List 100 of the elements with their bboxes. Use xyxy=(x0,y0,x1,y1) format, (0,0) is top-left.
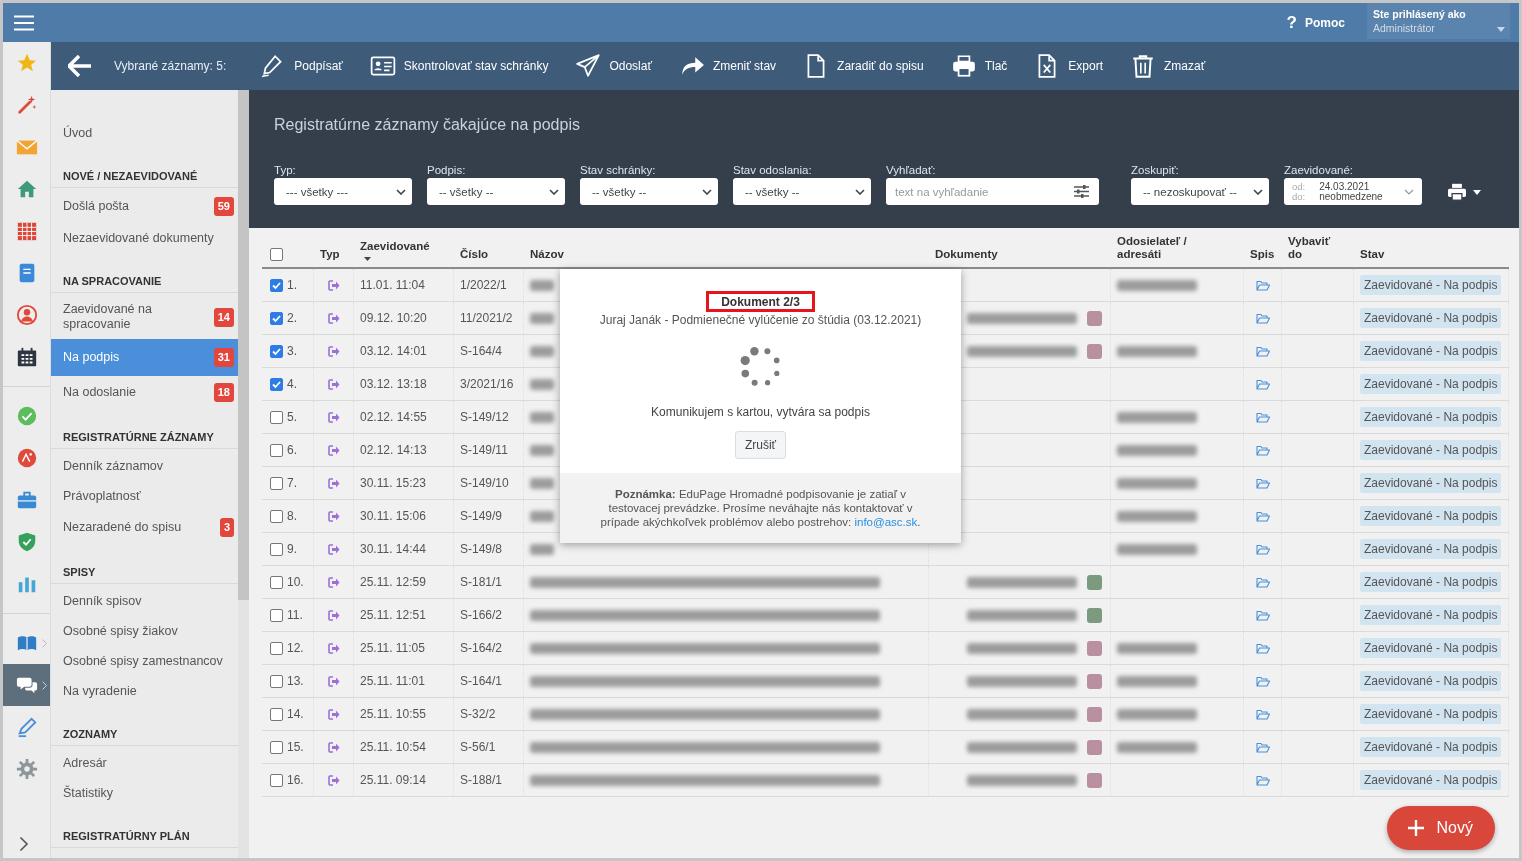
folder-icon[interactable] xyxy=(1255,477,1270,489)
dropdown[interactable]: -- nezoskupovať -- xyxy=(1131,178,1269,205)
column-header[interactable]: Stav xyxy=(1360,248,1385,261)
row-checkbox[interactable] xyxy=(270,674,283,688)
menu-item[interactable]: Štatistiky xyxy=(51,778,238,808)
change-status-button[interactable]: Zmeniť stav xyxy=(678,53,777,79)
table-cell: S-149/11 xyxy=(454,434,524,466)
menu-item[interactable]: Na odoslanie 18 xyxy=(51,376,238,409)
column-header[interactable]: Dokumenty xyxy=(935,248,998,261)
folder-icon[interactable] xyxy=(1255,642,1270,654)
row-checkbox[interactable] xyxy=(270,476,283,490)
folder-icon[interactable] xyxy=(1255,741,1270,753)
folder-icon[interactable] xyxy=(1255,576,1270,588)
check-status-button[interactable]: Skontrolovať stav schránky xyxy=(369,53,549,79)
back-arrow-icon[interactable] xyxy=(68,55,92,77)
send-button[interactable]: Odoslať xyxy=(575,53,652,79)
row-checkbox[interactable] xyxy=(270,410,283,424)
table-cell: S-149/12 xyxy=(454,401,524,433)
print-menu-button[interactable] xyxy=(1447,183,1481,201)
sort-caret-icon[interactable] xyxy=(364,257,371,261)
folder-icon[interactable] xyxy=(1255,345,1270,357)
menu-item[interactable]: Osobné spisy žiakov xyxy=(51,616,238,646)
folder-icon[interactable] xyxy=(1255,510,1270,522)
row-checkbox[interactable] xyxy=(270,608,283,622)
redacted-text xyxy=(530,345,554,357)
row-checkbox[interactable] xyxy=(270,740,283,754)
dropdown[interactable]: -- všetky -- xyxy=(733,178,871,205)
folder-icon[interactable] xyxy=(1255,378,1270,390)
folder-icon[interactable] xyxy=(1255,411,1270,423)
menu-item[interactable]: Denník spisov xyxy=(51,586,238,616)
table-cell: 02.12. 14:13 xyxy=(354,434,454,466)
sliders-icon[interactable] xyxy=(1074,185,1089,198)
date-range-field[interactable]: od: 24.03.2021 do: neobmedzene xyxy=(1284,178,1422,205)
dropdown[interactable]: -- všetky -- xyxy=(580,178,718,205)
folder-icon[interactable] xyxy=(1255,708,1270,720)
column-header[interactable]: Číslo xyxy=(460,248,489,261)
folder-icon[interactable] xyxy=(1255,774,1270,786)
id-card-icon xyxy=(369,53,396,79)
page-subtitle: Registratúrne záznamy čakajúce na podpis xyxy=(274,116,581,134)
row-checkbox[interactable] xyxy=(270,641,283,655)
menu-item[interactable]: Denník záznamov xyxy=(51,451,238,481)
print-button[interactable]: Tlač xyxy=(950,53,1008,79)
note-text: Poznámka: EduPage Hromadné podpisovanie je zatiaľ v testovacej prevádzke. Prosíme neváhajte nás kontaktovať v prípade akýchkoľvek problémov alebo postrehov: info@asc.sk. xyxy=(560,473,961,543)
row-checkbox[interactable] xyxy=(270,773,283,787)
row-checkbox[interactable] xyxy=(270,344,283,358)
delete-button[interactable]: Zmazať xyxy=(1130,53,1206,79)
folder-icon[interactable] xyxy=(1255,444,1270,456)
chevron-icon[interactable] xyxy=(19,836,29,852)
folder-icon[interactable] xyxy=(1255,543,1270,555)
column-header[interactable]: Zaevidované xyxy=(360,240,430,253)
menu-item[interactable]: Úvod xyxy=(51,118,238,148)
folder-icon[interactable] xyxy=(1255,312,1270,324)
new-button[interactable]: Nový xyxy=(1386,806,1495,850)
menu-item[interactable]: Zaevidované na spracovanie 14 xyxy=(51,295,238,339)
user-menu[interactable]: Ste prihlásený ako Administrátor xyxy=(1367,3,1510,39)
folder-icon[interactable] xyxy=(1255,675,1270,687)
user-name: Administrátor xyxy=(1373,22,1435,34)
table-cell: 03.12. 13:18 xyxy=(354,368,454,400)
exit-arrow-icon xyxy=(327,312,340,324)
sign-button[interactable]: Podpísať xyxy=(260,53,343,79)
row-checkbox[interactable] xyxy=(270,707,283,721)
export-button[interactable]: Export xyxy=(1034,53,1103,79)
menu-item[interactable]: Nezaradené do spisu 3 xyxy=(51,511,238,544)
date-value: 24.03.2021 xyxy=(1319,181,1371,192)
folder-icon[interactable] xyxy=(1255,279,1270,291)
column-header[interactable]: Odosielateľ / adresáti xyxy=(1117,235,1197,261)
rail-button[interactable] xyxy=(3,664,50,706)
select-all-checkbox[interactable] xyxy=(270,248,283,261)
menu-item[interactable]: Došlá pošta 59 xyxy=(51,190,238,223)
row-checkbox[interactable] xyxy=(270,278,283,292)
column-header[interactable]: Typ xyxy=(320,248,340,261)
status-label: Zaevidované - Na podpis xyxy=(1360,407,1502,427)
menu-item[interactable]: Adresár xyxy=(51,748,238,778)
add-to-file-button[interactable]: Zaradiť do spisu xyxy=(803,53,924,79)
table-cell: S-149/10 xyxy=(454,467,524,499)
cancel-button[interactable]: Zrušiť xyxy=(734,431,787,459)
row-checkbox[interactable] xyxy=(270,542,283,556)
row-checkbox[interactable] xyxy=(270,509,283,523)
scrollbar[interactable] xyxy=(238,90,249,858)
menu-item[interactable]: Osobné spisy zamestnancov xyxy=(51,646,238,676)
dropdown[interactable]: --- všetky --- xyxy=(274,178,412,205)
menu-item[interactable]: Nezaevidované dokumenty xyxy=(51,223,238,253)
row-checkbox[interactable] xyxy=(270,311,283,325)
help-button[interactable]: ? Pomoc xyxy=(1286,12,1345,33)
folder-icon[interactable] xyxy=(1255,609,1270,621)
menu-item[interactable]: Na vyradenie xyxy=(51,676,238,706)
status-label: Zaevidované - Na podpis xyxy=(1360,572,1502,592)
column-header[interactable]: Názov xyxy=(530,248,564,261)
column-header[interactable]: Spis xyxy=(1250,248,1275,261)
column-header[interactable]: Vybaviť do xyxy=(1288,235,1338,261)
search-field[interactable]: text na vyhľadanie xyxy=(886,178,1099,205)
row-checkbox[interactable] xyxy=(270,377,283,391)
menu-icon[interactable] xyxy=(14,14,34,31)
menu-item[interactable]: Právoplatnosť xyxy=(51,481,238,511)
row-checkbox[interactable] xyxy=(270,443,283,457)
exit-arrow-icon xyxy=(327,774,340,786)
dropdown[interactable]: -- všetky -- xyxy=(427,178,565,205)
menu-item[interactable]: Na podpis 31 xyxy=(51,339,238,376)
status-label: Zaevidované - Na podpis xyxy=(1360,539,1502,559)
row-checkbox[interactable] xyxy=(270,575,283,589)
